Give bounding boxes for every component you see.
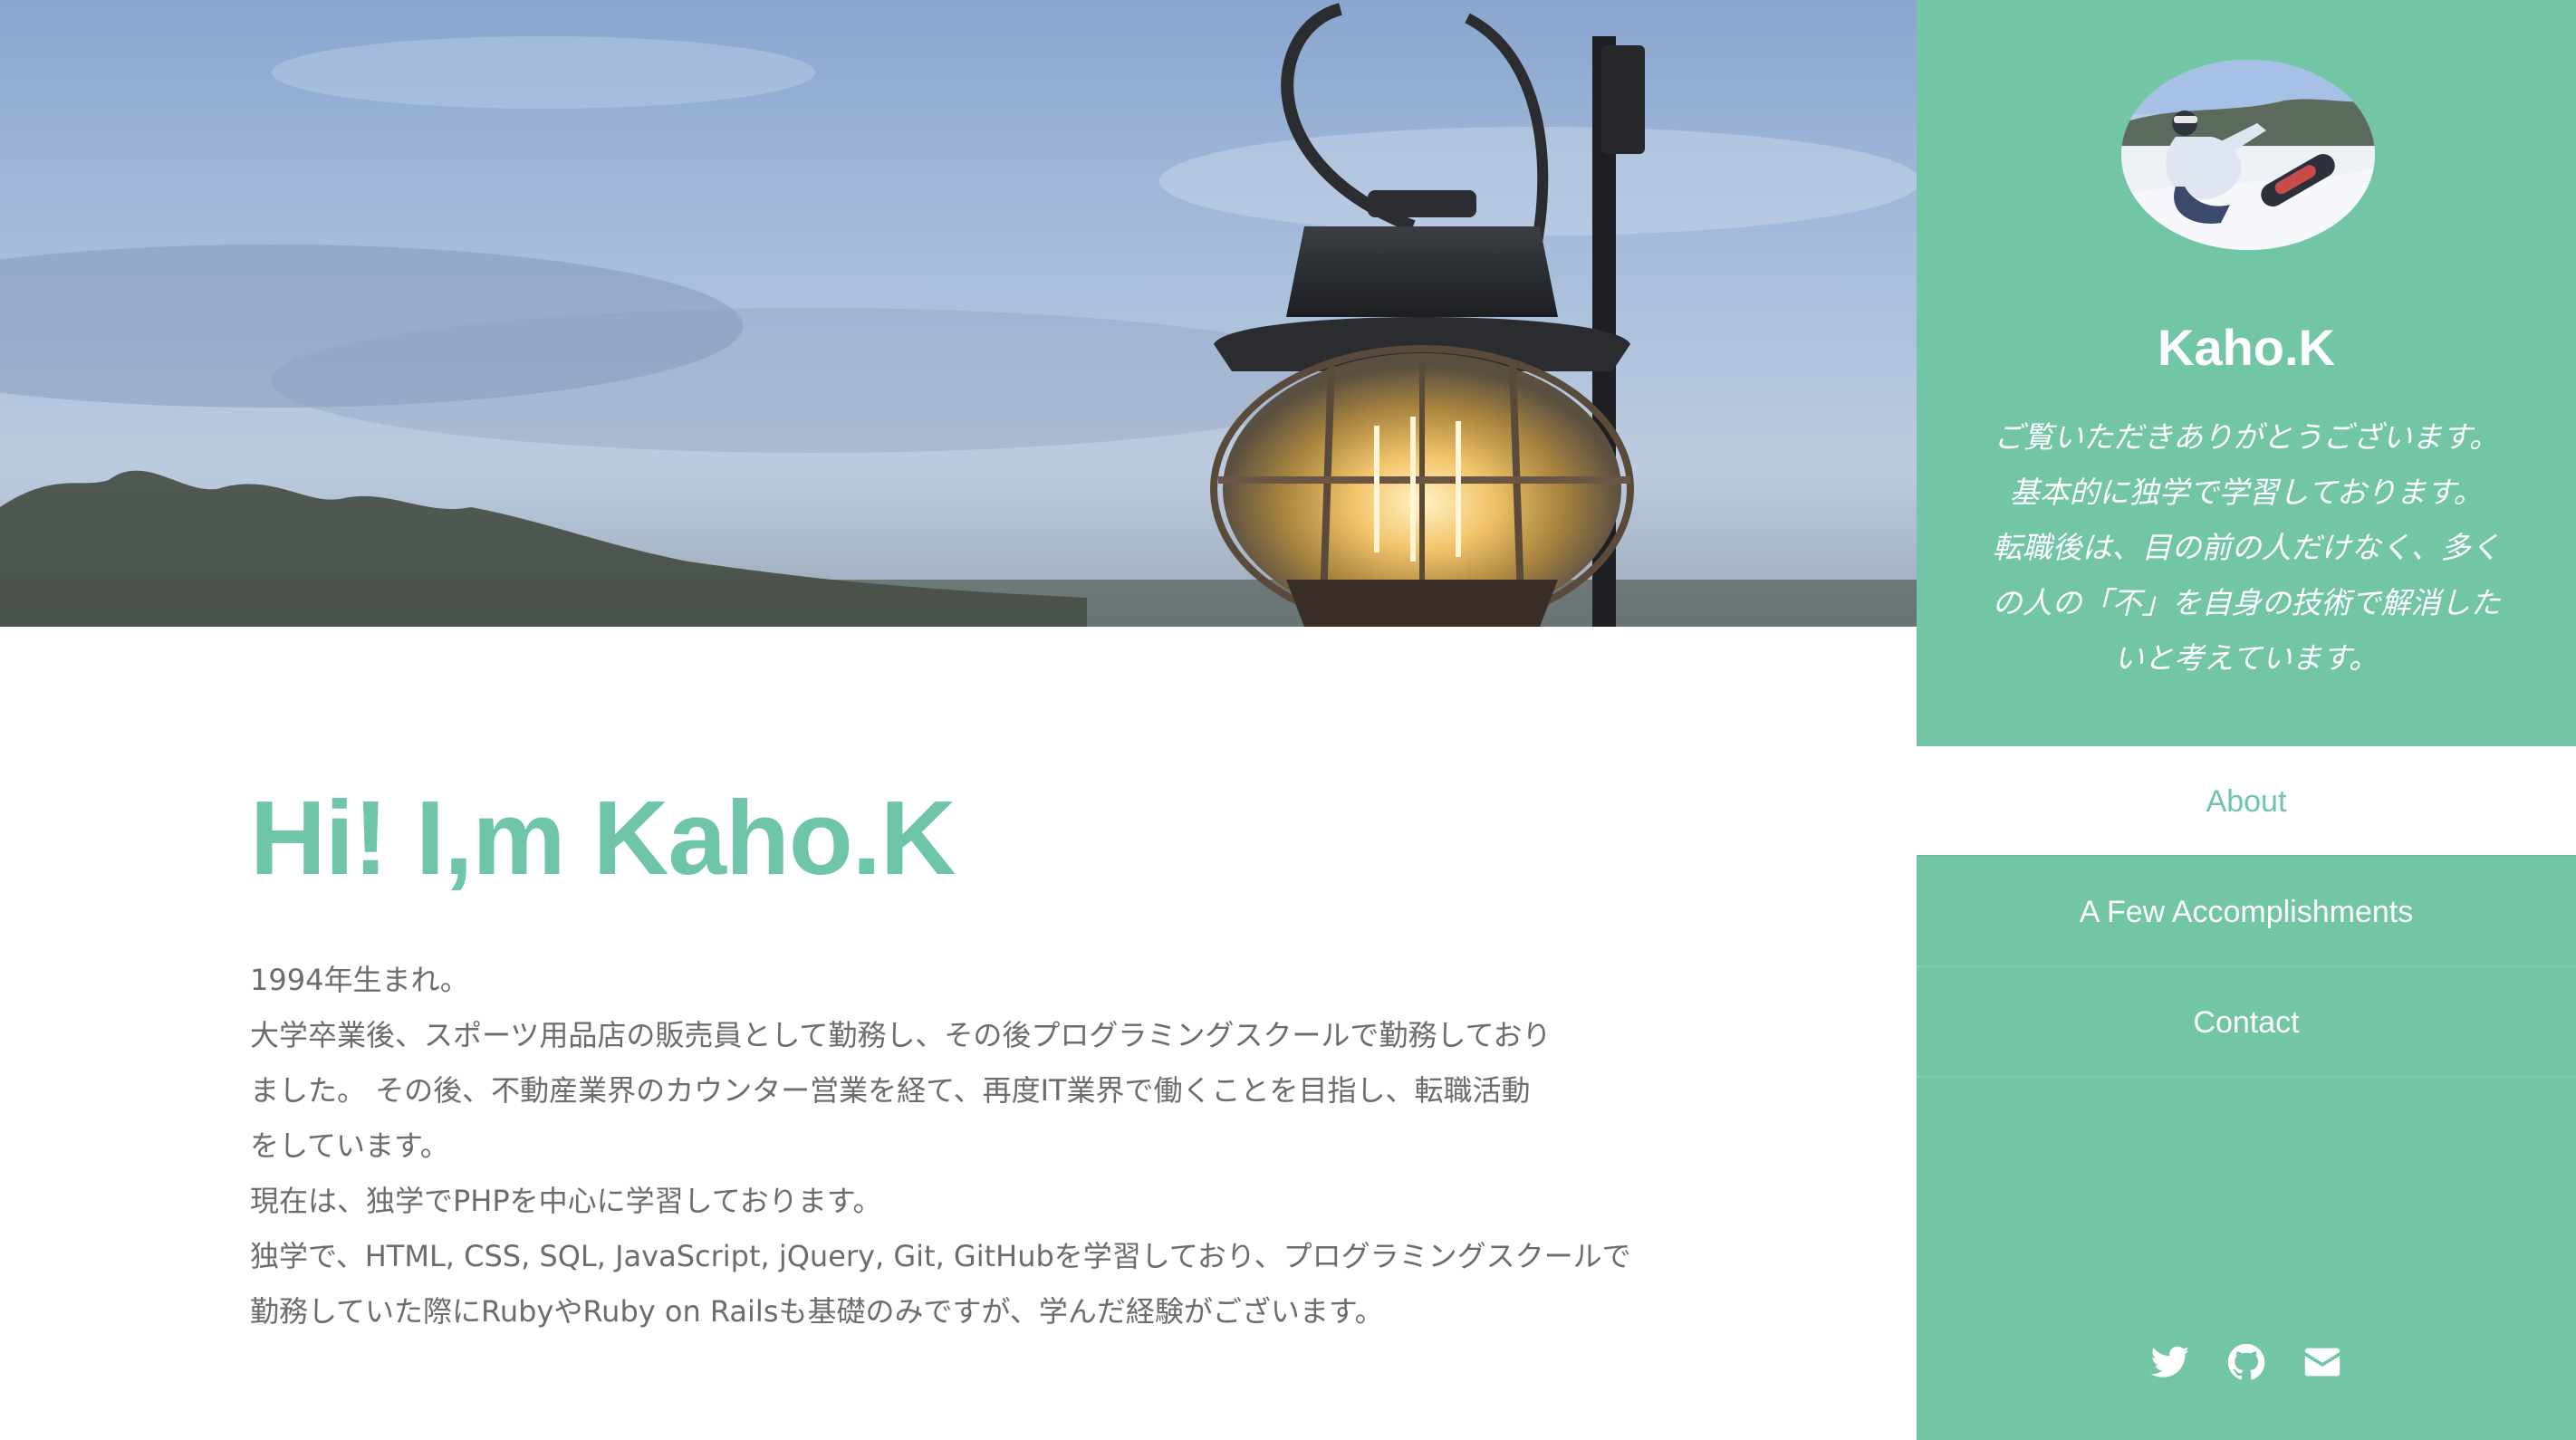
github-icon[interactable] [2225,1340,2268,1384]
twitter-icon[interactable] [2148,1340,2192,1384]
lantern-photo [0,0,1917,627]
bio-line: 転職後は、目の前の人だけなく、多く [1992,530,2501,565]
social-links [1917,1340,2576,1384]
main-content: Hi! I,m Kaho.K 1994年生まれ。 大学卒業後、スポーツ用品店の販… [0,0,1917,1440]
intro-line: ました。 その後、不動産業界のカウンター営業を経て、再度IT業界で働くことを目指… [250,1073,1531,1108]
intro-line: 独学で、HTML, CSS, SQL, JavaScript, jQuery, … [250,1239,1631,1273]
avatar [2121,60,2375,250]
about-section: Hi! I,m Kaho.K 1994年生まれ。 大学卒業後、スポーツ用品店の販… [250,770,1699,1339]
sidebar: Kaho.K ご覧いただきありがとうございます。 基本的に独学で学習しております… [1917,0,2576,1440]
hero-image [0,0,1917,627]
bio-line: 基本的に独学で学習しております。 [2009,475,2484,510]
intro-line: 1994年生まれ。 [250,963,469,997]
page-title: Hi! I,m Kaho.K [250,779,956,897]
profile-name: Kaho.K [2158,319,2335,376]
profile-bio: ご覧いただきありがとうございます。 基本的に独学で学習しております。 転職後は、… [1975,409,2518,686]
intro-line: 現在は、独学でPHPを中心に学習しております。 [250,1184,882,1218]
nav-item-contact[interactable]: Contact [1917,967,2576,1078]
bio-line: いと考えています。 [2113,640,2379,676]
bio-line: の人の「不」を自身の技術で解消した [1992,585,2501,620]
sidebar-nav: About A Few Accomplishments Contact [1917,746,2576,1078]
snowboarder-photo [2121,60,2375,250]
intro-line: をしています。 [250,1128,449,1163]
nav-item-accomplishments[interactable]: A Few Accomplishments [1917,857,2576,967]
intro-line: 大学卒業後、スポーツ用品店の販売員として勤務し、その後プログラミングスクールで勤… [250,1018,1552,1052]
nav-item-about[interactable]: About [1917,746,2576,857]
bio-line: ご覧いただきありがとうございます。 [1994,419,2499,455]
intro-line: 勤務していた際にRubyやRuby on Railsも基礎のみですが、学んだ経験… [250,1294,1384,1329]
intro-text: 1994年生まれ。 大学卒業後、スポーツ用品店の販売員として勤務し、その後プログ… [250,953,1699,1339]
envelope-icon[interactable] [2301,1340,2344,1384]
